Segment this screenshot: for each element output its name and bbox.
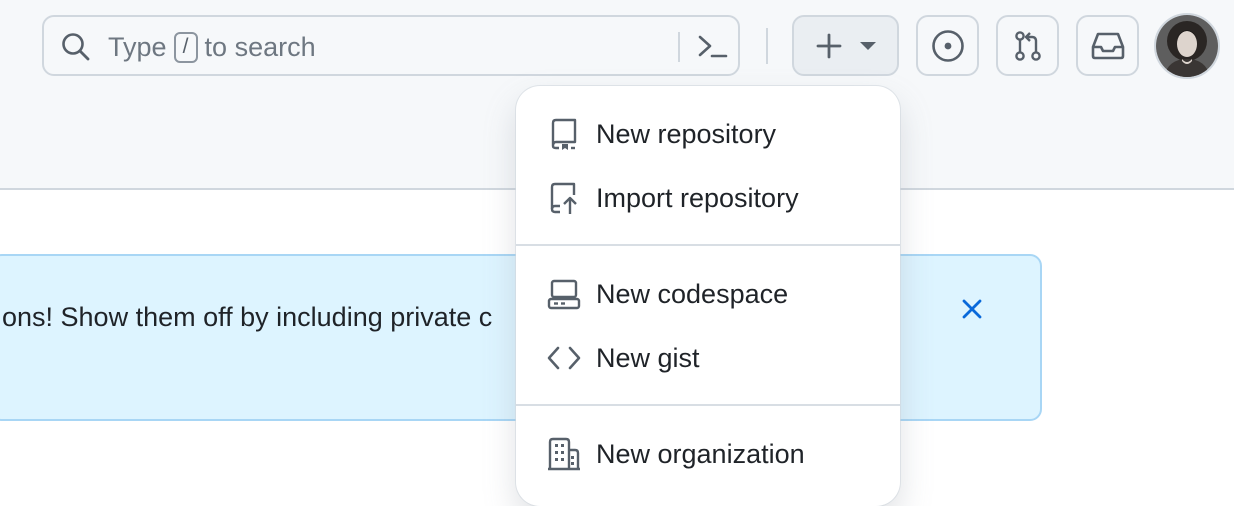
create-new-button[interactable]: [792, 15, 899, 76]
menu-item-label: New organization: [596, 438, 805, 469]
menu-item-label: New codespace: [596, 278, 789, 309]
codespaces-icon: [547, 277, 581, 311]
menu-item-label: New gist: [596, 342, 700, 373]
banner-text: ons! Show them off by including private …: [2, 302, 493, 332]
menu-item-new-codespace[interactable]: New codespace: [532, 266, 884, 322]
repo-icon: [547, 117, 581, 151]
menu-item-label: Import repository: [596, 182, 799, 213]
menu-item-new-gist[interactable]: New gist: [532, 330, 884, 386]
search-placeholder-after: to search: [204, 32, 316, 62]
search-placeholder-before: Type: [108, 32, 167, 62]
close-icon[interactable]: [960, 297, 984, 321]
menu-item-new-organization[interactable]: New organization: [532, 426, 884, 482]
menu-item-new-repository[interactable]: New repository: [532, 106, 884, 162]
search-icon: [62, 33, 90, 61]
issues-button[interactable]: [916, 15, 979, 76]
user-avatar[interactable]: [1154, 13, 1220, 79]
pull-requests-button[interactable]: [996, 15, 1059, 76]
avatar-image: [1156, 15, 1218, 77]
triangle-down-icon: [859, 41, 876, 50]
issue-opened-icon: [931, 29, 964, 62]
search-input[interactable]: Type / to search: [42, 15, 740, 76]
terminal-icon[interactable]: [696, 33, 730, 61]
inbox-icon: [1091, 32, 1124, 59]
menu-divider: [516, 404, 900, 406]
header-divider: [766, 28, 768, 64]
menu-item-label: New repository: [596, 118, 777, 149]
git-pull-request-icon: [1014, 30, 1041, 61]
search-separator: [678, 32, 680, 62]
inbox-button[interactable]: [1076, 15, 1139, 76]
organization-icon: [547, 437, 581, 471]
menu-item-import-repository[interactable]: Import repository: [532, 170, 884, 226]
search-shortcut-key: /: [173, 32, 198, 63]
menu-divider: [516, 244, 900, 246]
repo-push-icon: [547, 181, 581, 215]
search-placeholder: Type / to search: [108, 32, 316, 63]
code-icon: [547, 341, 581, 375]
create-new-menu: New repository Import repository New cod…: [516, 86, 900, 506]
plus-icon: [816, 33, 841, 58]
